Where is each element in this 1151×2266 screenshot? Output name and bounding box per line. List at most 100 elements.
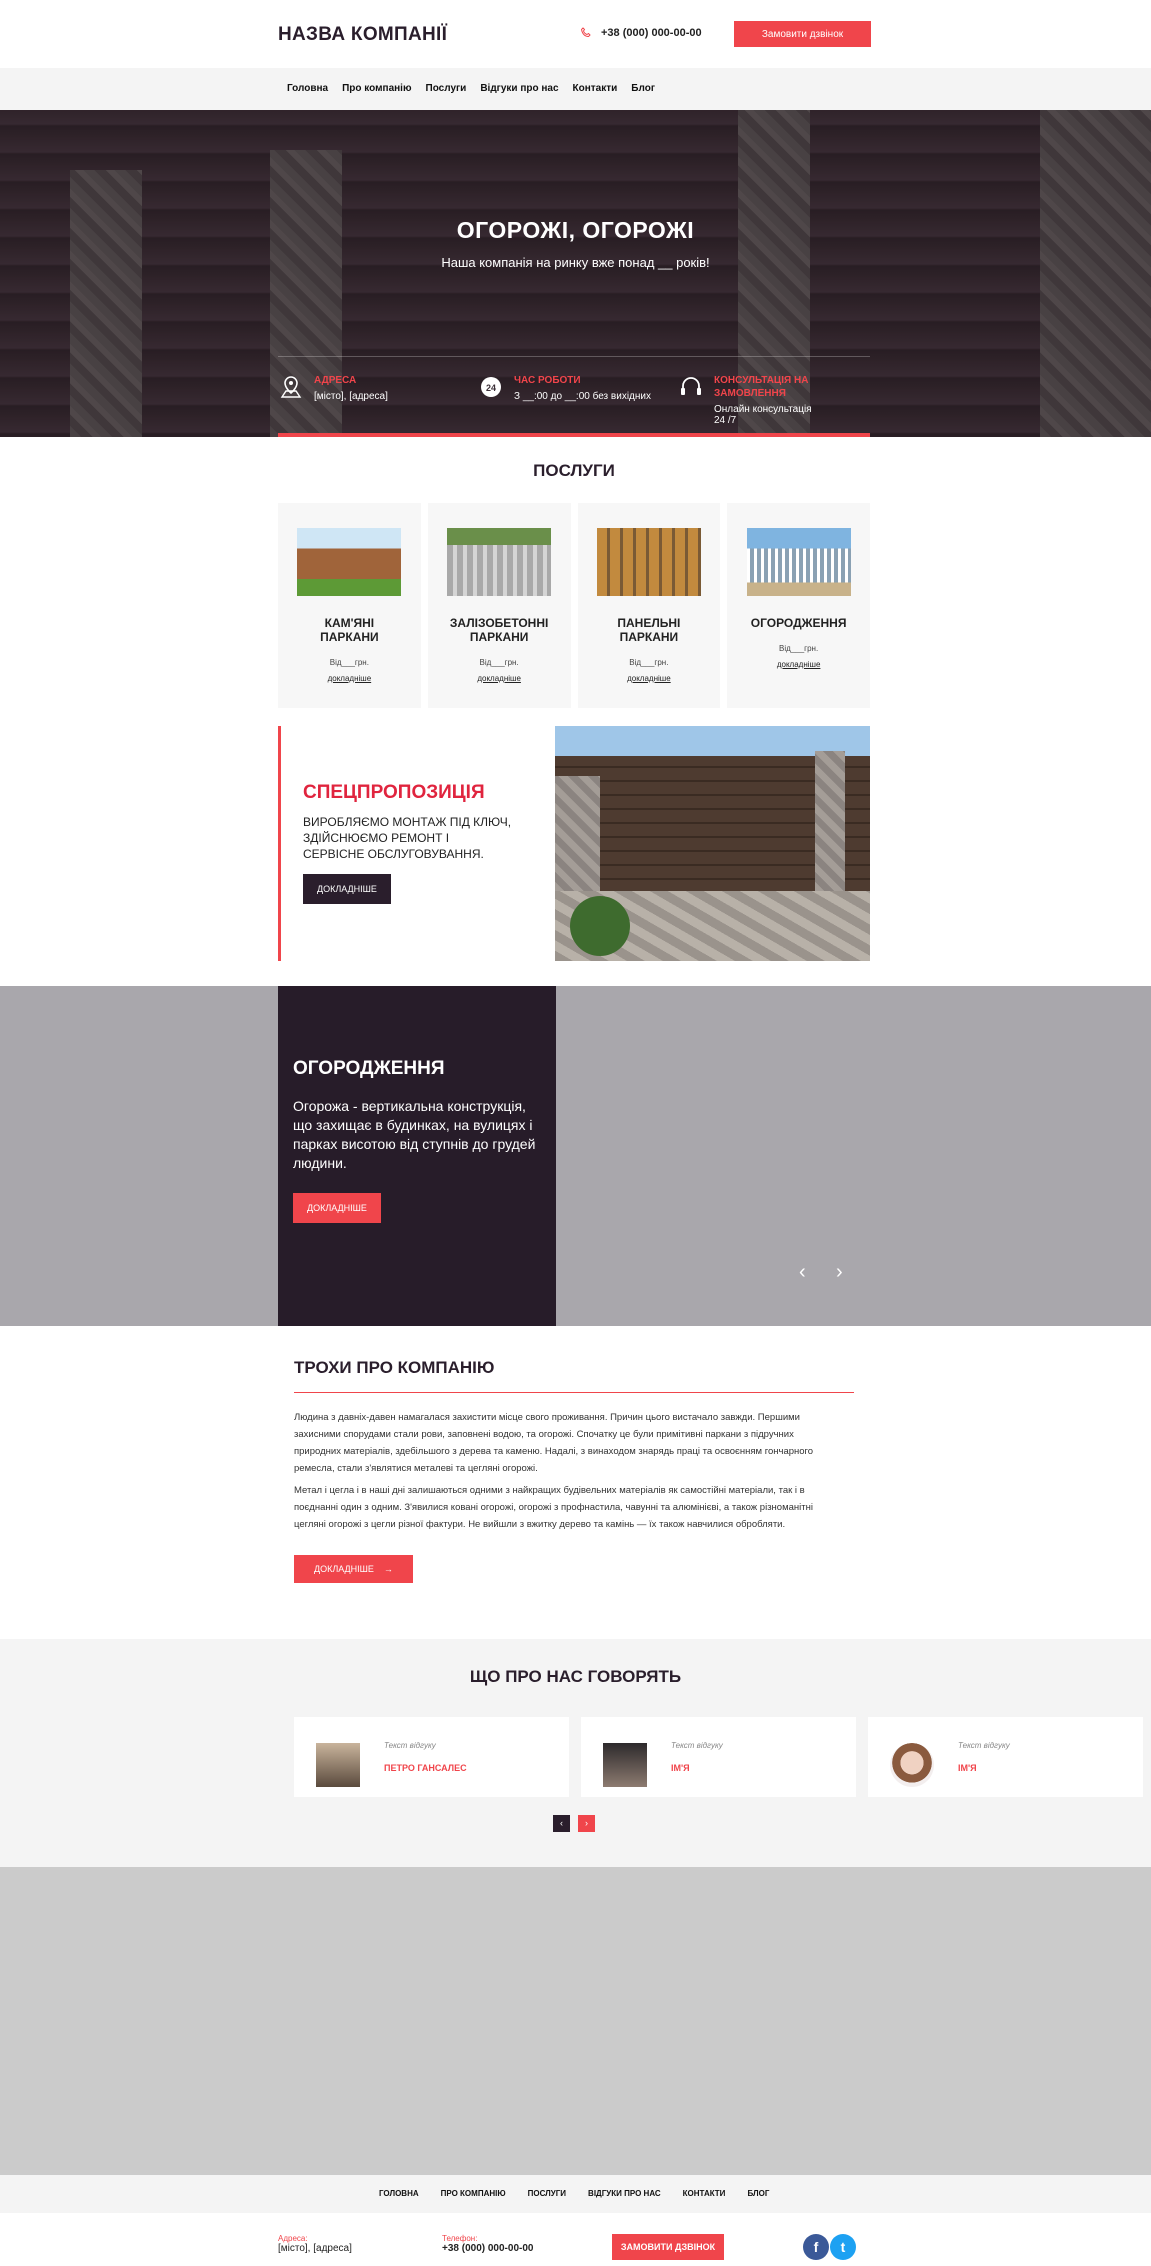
info-hours: 24 ЧАС РОБОТИ З __:00 до __:00 без вихід… xyxy=(478,374,651,402)
service-card[interactable]: ОГОРОДЖЕННЯ Від___грн. докладніше xyxy=(727,503,870,708)
service-image xyxy=(297,528,402,596)
clock-24-icon: 24 xyxy=(481,377,501,397)
header-phone-number: +38 (000) 000-00-00 xyxy=(601,27,702,39)
site-header: НАЗВА КОМПАНІЇ +38 (000) 000-00-00 Замов… xyxy=(0,0,1151,68)
service-more-link[interactable]: докладніше xyxy=(278,674,421,683)
info-consult: КОНСУЛЬТАЦІЯ НА ЗАМОВЛЕННЯ Онлайн консул… xyxy=(678,374,824,426)
about-paragraph: Метал і цегла і в наші дні залишаються о… xyxy=(294,1485,813,1530)
service-price: Від___грн. xyxy=(329,658,369,667)
nav-item-blog[interactable]: Блог xyxy=(631,83,655,94)
main-nav: Головна Про компанію Послуги Відгуки про… xyxy=(0,68,1151,110)
reviews-title: ЩО ПРО НАС ГОВОРЯТЬ xyxy=(469,1667,682,1686)
special-offer-description: ВИРОБЛЯЄМО МОНТАЖ ПІД КЛЮЧ, ЗДІЙСНЮЄМО Р… xyxy=(303,815,512,861)
service-more-link[interactable]: докладніше xyxy=(578,674,721,683)
callback-button[interactable]: Замовити дзвінок xyxy=(734,21,871,47)
special-offer-button[interactable]: ДОКЛАДНІШЕ xyxy=(303,874,391,904)
footer-nav-contacts[interactable]: КОНТАКТИ xyxy=(683,2189,726,2198)
review-text: Текст відгуку xyxy=(671,1741,723,1750)
review-author: ПЕТРО ГАНСАЛЕС xyxy=(384,1763,467,1773)
service-image xyxy=(447,528,552,596)
info-consult-title: КОНСУЛЬТАЦІЯ НА ЗАМОВЛЕННЯ xyxy=(714,375,809,399)
service-more-link[interactable]: докладніше xyxy=(428,674,571,683)
service-card[interactable]: КАМ'ЯНІ ПАРКАНИ Від___грн. докладніше xyxy=(278,503,421,708)
footer-phone-value[interactable]: +38 (000) 000-00-00 xyxy=(442,2243,533,2254)
info-address-value: [місто], [адреса] xyxy=(314,391,388,402)
footer-callback-button[interactable]: ЗАМОВИТИ ДЗВІНОК xyxy=(612,2234,724,2260)
bush xyxy=(570,896,630,956)
service-price: Від___грн. xyxy=(629,658,669,667)
reviews-list: Текст відгуку ПЕТРО ГАНСАЛЕС Текст відгу… xyxy=(294,1717,1143,1797)
service-price: Від___грн. xyxy=(479,658,519,667)
footer-address: Адреса: [місто], [адреса] xyxy=(278,2234,352,2254)
review-card: Текст відгуку ІМ'Я xyxy=(868,1717,1143,1797)
info-hours-value: З __:00 до __:00 без вихідних xyxy=(514,391,651,402)
avatar xyxy=(890,1743,934,1787)
footer-nav-reviews[interactable]: ВІДГУКИ ПРО НАС xyxy=(588,2189,661,2198)
reviews-next-button[interactable]: › xyxy=(578,1815,595,1832)
special-offer: СПЕЦПРОПОЗИЦІЯ ВИРОБЛЯЄМО МОНТАЖ ПІД КЛЮ… xyxy=(278,726,870,961)
service-card[interactable]: ЗАЛІЗОБЕТОННІ ПАРКАНИ Від___грн. докладн… xyxy=(427,503,571,708)
svg-text:24: 24 xyxy=(486,383,496,393)
review-author: ІМ'Я xyxy=(671,1763,690,1773)
service-price: Від___грн. xyxy=(779,644,819,653)
about-more-button[interactable]: ДОКЛАДНІШЕ → xyxy=(294,1555,413,1583)
facebook-icon[interactable]: f xyxy=(803,2234,829,2260)
company-logo[interactable]: НАЗВА КОМПАНІЇ xyxy=(278,24,447,46)
special-offer-text: СПЕЦПРОПОЗИЦІЯ ВИРОБЛЯЄМО МОНТАЖ ПІД КЛЮ… xyxy=(278,726,555,961)
info-address: АДРЕСА [місто], [адреса] xyxy=(278,374,388,402)
service-name: ЗАЛІЗОБЕТОННІ ПАРКАНИ xyxy=(449,616,549,644)
nav-item-home[interactable]: Головна xyxy=(287,83,328,94)
footer-address-value: [місто], [адреса] xyxy=(278,2243,352,2254)
hero-banner: ОГОРОЖІ, ОГОРОЖІ Наша компанія на ринку … xyxy=(0,110,1151,437)
footer-phone-label: Телефон: xyxy=(442,2234,478,2243)
reviews-pager: ‹ › xyxy=(553,1815,595,1832)
footer-phone: Телефон: +38 (000) 000-00-00 xyxy=(442,2234,533,2254)
footer-nav-blog[interactable]: БЛОГ xyxy=(747,2189,769,2198)
footer-nav: ГОЛОВНА ПРО КОМПАНІЮ ПОСЛУГИ ВІДГУКИ ПРО… xyxy=(0,2175,1151,2213)
map-placeholder[interactable] xyxy=(0,1867,1151,2175)
special-offer-image xyxy=(555,726,870,961)
service-image xyxy=(596,528,701,596)
info-consult-value: Онлайн консультація 24 /7 xyxy=(714,404,812,426)
headset-icon xyxy=(681,377,701,395)
slide-button[interactable]: ДОКЛАДНІШЕ xyxy=(293,1193,381,1223)
footer-nav-home[interactable]: ГОЛОВНА xyxy=(379,2189,419,2198)
footer-nav-about[interactable]: ПРО КОМПАНІЮ xyxy=(441,2189,506,2198)
service-image xyxy=(746,528,851,596)
footer-address-label: Адреса: xyxy=(278,2234,308,2243)
nav-item-reviews[interactable]: Відгуки про нас xyxy=(480,83,558,94)
service-name: КАМ'ЯНІ ПАРКАНИ xyxy=(320,616,379,644)
footer-nav-services[interactable]: ПОСЛУГИ xyxy=(528,2189,566,2198)
hero-slider: ОГОРОДЖЕННЯ Огорожа - вертикальна констр… xyxy=(0,986,1151,1326)
services-list: КАМ'ЯНІ ПАРКАНИ Від___грн. докладніше ЗА… xyxy=(278,503,870,708)
nav-item-contacts[interactable]: Контакти xyxy=(573,83,618,94)
nav-item-services[interactable]: Послуги xyxy=(426,83,467,94)
hero-title: ОГОРОЖІ, ОГОРОЖІ xyxy=(456,217,695,243)
map-pin-icon xyxy=(280,376,302,398)
review-card: Текст відгуку ПЕТРО ГАНСАЛЕС xyxy=(294,1717,569,1797)
about-paragraph: Людина з давніх-давен намагалася захисти… xyxy=(294,1412,814,1474)
twitter-icon[interactable]: t xyxy=(830,2234,856,2260)
phone-icon xyxy=(580,27,591,38)
service-name: ПАНЕЛЬНІ ПАРКАНИ xyxy=(617,616,681,644)
slider-prev-arrow[interactable]: ‹ xyxy=(799,1261,806,1284)
service-name: ОГОРОДЖЕННЯ xyxy=(750,616,847,630)
slider-next-arrow[interactable]: › xyxy=(836,1261,843,1284)
hero-divider xyxy=(278,356,870,357)
reviews-prev-button[interactable]: ‹ xyxy=(553,1815,570,1832)
review-author: ІМ'Я xyxy=(958,1763,977,1773)
info-address-title: АДРЕСА xyxy=(314,375,357,386)
review-text: Текст відгуку xyxy=(384,1741,436,1750)
nav-item-about[interactable]: Про компанію xyxy=(342,83,411,94)
review-card: Текст відгуку ІМ'Я xyxy=(581,1717,856,1797)
info-hours-title: ЧАС РОБОТИ xyxy=(514,375,581,386)
avatar xyxy=(603,1743,647,1787)
slide-content: ОГОРОДЖЕННЯ Огорожа - вертикальна констр… xyxy=(278,986,556,1326)
header-phone[interactable]: +38 (000) 000-00-00 xyxy=(580,27,702,39)
service-more-link[interactable]: докладніше xyxy=(727,660,870,669)
special-offer-title: СПЕЦПРОПОЗИЦІЯ xyxy=(303,782,485,803)
services-title: ПОСЛУГИ xyxy=(533,461,615,480)
avatar xyxy=(316,1743,360,1787)
service-card[interactable]: ПАНЕЛЬНІ ПАРКАНИ Від___грн. докладніше xyxy=(577,503,721,708)
arrow-right-icon: → xyxy=(383,1564,393,1574)
